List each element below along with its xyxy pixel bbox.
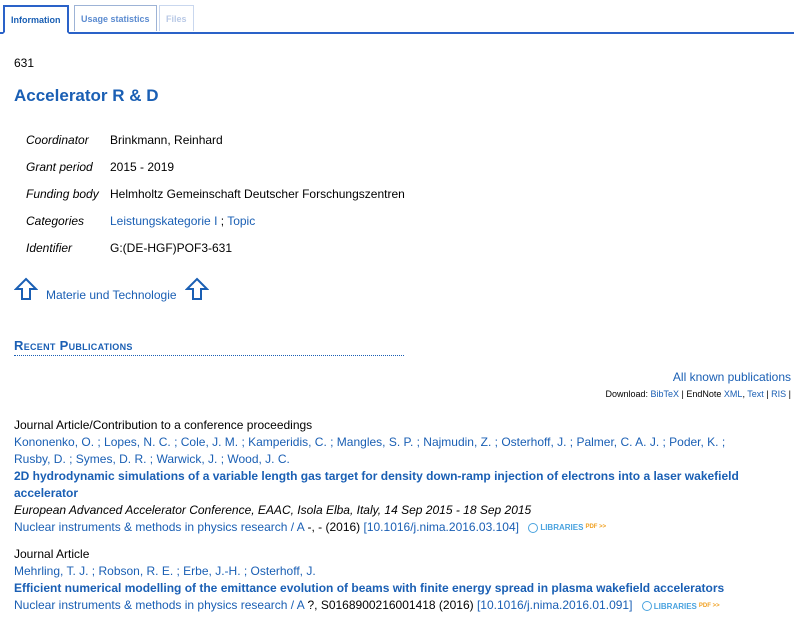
download-links: Download: BibTeX | EndNote XML, Text | R…: [605, 389, 791, 399]
grant-period-value: 2015 - 2019: [110, 160, 175, 174]
publication-authors[interactable]: Rusby, D. ; Symes, D. R. ; Warwick, J. ;…: [14, 451, 784, 468]
download-sep: | EndNote: [679, 389, 724, 399]
tab-usage-statistics[interactable]: Usage statistics: [74, 5, 157, 31]
identifier-value: G:(DE-HGF)POF3-631: [110, 241, 233, 255]
publication-item: Journal Article Mehrling, T. J. ; Robson…: [14, 546, 784, 614]
publication-source: Nuclear instruments & methods in physics…: [14, 597, 784, 614]
journal-link[interactable]: Nuclear instruments & methods in physics…: [14, 598, 304, 612]
all-known-publications-link[interactable]: All known publications: [673, 370, 791, 384]
publication-type: Journal Article/Contribution to a confer…: [14, 418, 313, 432]
category-link-leistungskategorie[interactable]: Leistungskategorie I: [110, 214, 217, 228]
download-prefix: Download:: [605, 389, 651, 399]
metadata-table: Coordinator Brinkmann, Reinhard Grant pe…: [26, 133, 405, 268]
download-text-link[interactable]: Text: [747, 389, 764, 399]
publication-type: Journal Article: [14, 547, 90, 562]
download-ris-link[interactable]: RIS: [771, 389, 786, 399]
download-sep: |: [786, 389, 791, 399]
publication-title-link[interactable]: accelerator: [14, 485, 784, 502]
parent-navigation: Materie und Technologie: [14, 276, 209, 302]
tab-bar: Information Usage statistics Files: [0, 0, 794, 34]
up-arrow-icon[interactable]: [184, 277, 209, 301]
publication-authors[interactable]: Mehrling, T. J. ; Robson, R. E. ; Erbe, …: [14, 563, 784, 580]
parent-link[interactable]: Materie und Technologie: [46, 288, 177, 302]
libraries-label: LIBRARIES: [540, 523, 584, 533]
up-arrow-icon[interactable]: [14, 277, 38, 301]
publication-event: European Advanced Accelerator Conference…: [14, 503, 532, 517]
meta-key: Coordinator: [26, 133, 89, 147]
category-separator: ;: [217, 214, 228, 228]
journal-link[interactable]: Nuclear instruments & methods in physics…: [14, 520, 304, 534]
download-xml-link[interactable]: XML: [724, 389, 743, 399]
meta-key: Funding body: [26, 187, 99, 201]
meta-key: Categories: [26, 214, 85, 228]
download-bibtex-link[interactable]: BibTeX: [651, 389, 680, 399]
categories-value: Leistungskategorie I ; Topic: [110, 214, 255, 241]
doi-link[interactable]: [10.1016/j.nima.2016.03.104]: [364, 520, 519, 534]
publication-title-link[interactable]: Efficient numerical modelling of the emi…: [14, 580, 784, 597]
publication-details: -, - (2016): [304, 520, 364, 534]
coordinator-value: Brinkmann, Reinhard: [110, 133, 223, 147]
publication-list: Journal Article/Contribution to a confer…: [14, 417, 784, 625]
doi-link[interactable]: [10.1016/j.nima.2016.01.091]: [477, 598, 632, 612]
meta-row-grant-period: Grant period 2015 - 2019: [26, 160, 405, 187]
libraries-pdf-label: PDF >>: [698, 602, 720, 609]
libraries-label: LIBRARIES: [653, 601, 697, 611]
publication-source: Nuclear instruments & methods in physics…: [14, 519, 784, 536]
meta-key: Grant period: [26, 160, 93, 174]
meta-row-identifier: Identifier G:(DE-HGF)POF3-631: [26, 241, 405, 268]
tab-files[interactable]: Files: [159, 5, 194, 31]
category-link-topic[interactable]: Topic: [227, 214, 255, 228]
publication-authors[interactable]: Kononenko, O. ; Lopes, N. C. ; Cole, J. …: [14, 434, 784, 451]
libraries-icon: [528, 522, 539, 533]
libraries-icon: [641, 601, 652, 612]
page-title: Accelerator R & D: [14, 86, 159, 105]
meta-key: Identifier: [26, 241, 73, 255]
record-number: 631: [14, 56, 35, 70]
libraries-button[interactable]: LIBRARIES PDF >>: [641, 598, 720, 615]
meta-row-coordinator: Coordinator Brinkmann, Reinhard: [26, 133, 405, 160]
libraries-button[interactable]: LIBRARIES PDF >>: [528, 519, 606, 536]
recent-publications-heading: Recent Publications: [14, 338, 404, 356]
publication-title-link[interactable]: 2D hydrodynamic simulations of a variabl…: [14, 468, 784, 485]
funding-body-value: Helmholtz Gemeinschaft Deutscher Forschu…: [110, 187, 405, 201]
publication-item: Journal Article/Contribution to a confer…: [14, 417, 784, 536]
libraries-pdf-label: PDF >>: [585, 524, 607, 531]
tab-information[interactable]: Information: [3, 5, 69, 34]
meta-row-categories: Categories Leistungskategorie I ; Topic: [26, 214, 405, 241]
meta-row-funding-body: Funding body Helmholtz Gemeinschaft Deut…: [26, 187, 405, 214]
publication-details: ?, S0168900216001418 (2016): [304, 598, 477, 613]
